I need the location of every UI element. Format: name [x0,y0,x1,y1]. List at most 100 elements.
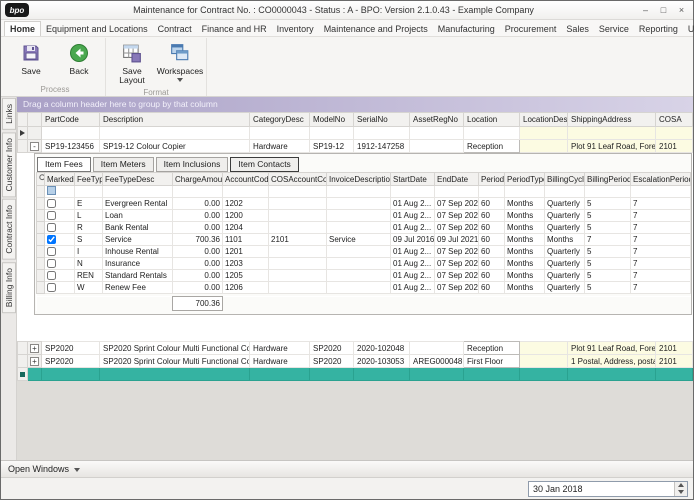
col-header-categorydesc[interactable]: CategoryDesc [250,113,310,127]
fee-cell-enddate[interactable]: 09 Jul 2021 [435,234,479,246]
fee-cell-periodtype[interactable]: Months [505,246,545,258]
cell-description[interactable]: SP2020 Sprint Colour Multi Functional Co… [100,355,250,368]
fee-cell-period[interactable]: 60 [479,246,505,258]
fee-cell-cosaccountcode[interactable] [269,210,327,222]
fee-cell-accountcode[interactable]: 1203 [223,258,269,270]
cell-serialno[interactable]: 1912-147258 [354,140,410,153]
save-layout-button[interactable]: Save Layout [109,40,155,88]
expand-row-button[interactable]: + [30,344,39,353]
fee-cell-marked[interactable] [45,210,75,222]
ribbon-tab-finance-and-hr[interactable]: Finance and HR [197,22,272,36]
col-header-serialno[interactable]: SerialNo [354,113,410,127]
expand-row-button[interactable]: + [30,357,39,366]
fee-row[interactable]: E Evergreen Rental 0.00 1202 01 Aug 2...… [37,198,691,210]
fee-cell-feetypedesc[interactable]: Bank Rental [103,222,173,234]
cell-assetregno[interactable] [410,342,464,355]
fee-cell-periodtype[interactable]: Months [505,234,545,246]
equipment-row-1[interactable]: - SP19-123456 SP19-12 Colour Copier Hard… [18,140,693,153]
collapse-row-button[interactable]: - [30,142,39,151]
fee-cell-enddate[interactable]: 07 Sep 2021 [435,258,479,270]
fee-cell-feetype[interactable]: S [75,234,103,246]
fee-cell-enddate[interactable]: 07 Sep 2021 [435,210,479,222]
fee-cell-startdate[interactable]: 01 Aug 2... [391,246,435,258]
side-tab-billing-info[interactable]: Billing Info [2,262,16,313]
ribbon-tab-service[interactable]: Service [594,22,634,36]
fee-cell-chargeamount[interactable]: 0.00 [173,222,223,234]
cell-categorydesc[interactable]: Hardware [250,140,310,153]
ribbon-tab-procurement[interactable]: Procurement [500,22,562,36]
fee-filter-accountcode[interactable] [223,186,269,198]
fee-col-startdate[interactable]: StartDate [391,173,435,186]
fee-col-escalationperiod[interactable]: EscalationPeriod [631,173,691,186]
col-header-description[interactable]: Description [100,113,250,127]
col-header-location[interactable]: Location [464,113,520,127]
fee-filter-invoicedescription[interactable] [327,186,391,198]
fee-cell-feetype[interactable]: REN [75,270,103,282]
filter-modelno[interactable] [310,127,354,140]
fee-filter-billingcycle[interactable] [545,186,585,198]
filter-checkbox[interactable] [47,186,56,195]
filter-locationdesc[interactable] [520,127,568,140]
cell-categorydesc[interactable]: Hardware [250,342,310,355]
fee-cell-billingperiod[interactable]: 5 [585,258,631,270]
equipment-row-3[interactable]: + SP2020 SP2020 Sprint Colour Multi Func… [18,355,693,368]
fee-cell-feetypedesc[interactable]: Standard Rentals [103,270,173,282]
cell-cosa[interactable]: 2101 [656,342,693,355]
fee-row[interactable]: I Inhouse Rental 0.00 1201 01 Aug 2... 0… [37,246,691,258]
filter-description[interactable] [100,127,250,140]
fee-cell-marked[interactable] [45,258,75,270]
fee-cell-accountcode[interactable]: 1200 [223,210,269,222]
marked-checkbox[interactable] [47,283,56,292]
fee-col-chargeamount[interactable]: ChargeAmount [173,173,223,186]
fee-cell-feetype[interactable]: N [75,258,103,270]
fee-cell-feetypedesc[interactable]: Renew Fee [103,282,173,294]
new-row-selected[interactable] [18,368,693,381]
cell-modelno[interactable]: SP2020 [310,355,354,368]
ribbon-tab-equipment-and-locations[interactable]: Equipment and Locations [41,22,153,36]
fee-cell-feetype[interactable]: L [75,210,103,222]
fee-cell-invoicedescription[interactable] [327,198,391,210]
filter-categorydesc[interactable] [250,127,310,140]
fee-cell-marked[interactable] [45,270,75,282]
fee-cell-marked[interactable] [45,282,75,294]
marked-checkbox[interactable] [47,235,56,244]
filter-location[interactable] [464,127,520,140]
fee-filter-chargeamount[interactable] [173,186,223,198]
fee-filter-escalationperiod[interactable] [631,186,691,198]
col-header-modelno[interactable]: ModelNo [310,113,354,127]
cell-serialno[interactable]: 2020-102048 [354,342,410,355]
fee-filter-billingperiod[interactable] [585,186,631,198]
marked-checkbox[interactable] [47,247,56,256]
fee-cell-feetypedesc[interactable]: Inhouse Rental [103,246,173,258]
fee-cell-periodtype[interactable]: Months [505,222,545,234]
fee-filter-cosaccountcode[interactable] [269,186,327,198]
fee-cell-startdate[interactable]: 01 Aug 2... [391,222,435,234]
cell-serialno[interactable]: 2020-103053 [354,355,410,368]
col-header-partcode[interactable]: PartCode [42,113,100,127]
fee-col-billingcycle[interactable]: BillingCycle [545,173,585,186]
fee-cell-billingperiod[interactable]: 5 [585,198,631,210]
fee-filter-enddate[interactable] [435,186,479,198]
back-button[interactable]: Back [56,40,102,79]
marked-checkbox[interactable] [47,199,56,208]
fee-row[interactable]: R Bank Rental 0.00 1204 01 Aug 2... 07 S… [37,222,691,234]
col-header-locationdesc[interactable]: LocationDesc [520,113,568,127]
fee-col-feetype[interactable]: FeeType [75,173,103,186]
fee-cell-billingcycle[interactable]: Quarterly [545,258,585,270]
side-tab-customer-info[interactable]: Customer Info [2,132,16,197]
cell-location[interactable]: First Floor [464,355,520,368]
ribbon-tab-reporting[interactable]: Reporting [634,22,683,36]
fee-cell-marked[interactable] [45,222,75,234]
ribbon-tab-sales[interactable]: Sales [561,22,594,36]
ribbon-tab-home[interactable]: Home [4,21,41,36]
fee-cell-enddate[interactable]: 07 Sep 2021 [435,246,479,258]
fee-cell-chargeamount[interactable]: 0.00 [173,270,223,282]
workspaces-button[interactable]: Workspaces [157,40,203,85]
search-icon[interactable] [37,173,45,186]
fee-filter-marked[interactable] [45,186,75,198]
fee-cell-accountcode[interactable]: 1202 [223,198,269,210]
side-tab-links[interactable]: Links [2,98,16,130]
ribbon-tab-manufacturing[interactable]: Manufacturing [433,22,500,36]
tab-item-inclusions[interactable]: Item Inclusions [156,157,229,172]
fee-cell-periodtype[interactable]: Months [505,198,545,210]
